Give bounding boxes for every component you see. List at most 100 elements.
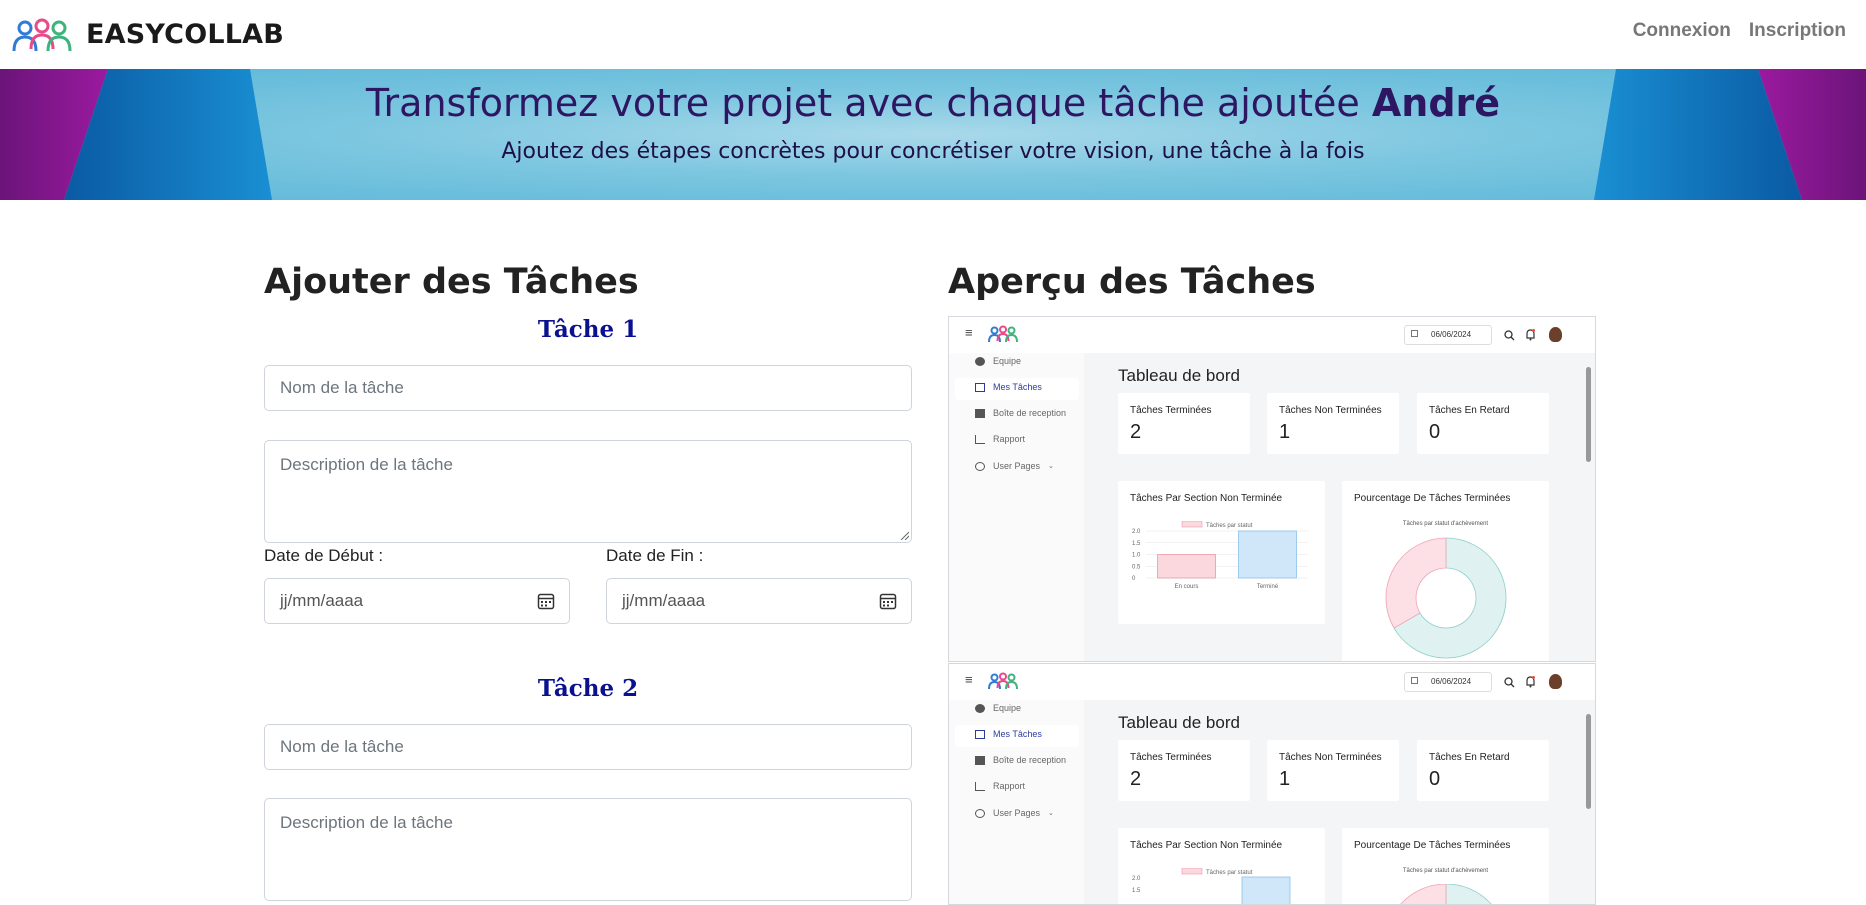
y-tick: 2.0 bbox=[1132, 529, 1141, 535]
task-1-description-input[interactable]: Description de la tâche bbox=[264, 440, 912, 543]
donut-chart bbox=[1385, 537, 1507, 659]
start-date-input[interactable]: jj/mm/aaaa bbox=[264, 578, 570, 624]
legend-label: Tâches par statut bbox=[1206, 870, 1253, 876]
calendar-icon[interactable] bbox=[537, 592, 555, 610]
add-tasks-heading: Ajouter des Tâches bbox=[264, 262, 639, 302]
stat-value: 2 bbox=[1130, 421, 1142, 443]
donut-chart-partial bbox=[1400, 884, 1492, 904]
chevron-down-icon: ⌄ bbox=[1048, 810, 1054, 817]
tasks-icon bbox=[975, 382, 985, 392]
chart-icon bbox=[975, 781, 985, 791]
task-1-title: Tâche 1 bbox=[537, 316, 639, 343]
sidebar-item-label: User Pages bbox=[993, 808, 1041, 818]
avatar bbox=[1549, 674, 1562, 689]
calendar-small-icon bbox=[1411, 330, 1418, 337]
user-circle-icon bbox=[975, 808, 985, 818]
banner-user-name: André bbox=[1371, 81, 1501, 125]
sidebar-item-label: Rapport bbox=[993, 781, 1026, 791]
end-date-label: Date de Fin : bbox=[606, 546, 704, 565]
stat-label: Tâches Terminées bbox=[1130, 752, 1212, 763]
task-2-title: Tâche 2 bbox=[537, 675, 639, 702]
y-tick: 1.5 bbox=[1132, 541, 1141, 547]
task-1-dates: Date de Début : jj/mm/aaaa Date de Fin :… bbox=[264, 546, 912, 624]
end-date-value: jj/mm/aaaa bbox=[622, 591, 706, 610]
task-1-description-placeholder: Description de la tâche bbox=[280, 455, 453, 474]
team-icon bbox=[975, 356, 985, 366]
team-logo-icon bbox=[988, 325, 1018, 343]
resize-handle-icon[interactable] bbox=[899, 530, 909, 540]
signup-link[interactable]: Inscription bbox=[1749, 20, 1846, 42]
stat-card-not-done: Tâches Non Terminées 1 bbox=[1267, 393, 1399, 454]
user-circle-icon bbox=[975, 461, 985, 471]
sidebar-item-rapport: Rapport bbox=[975, 434, 1025, 444]
stat-label: Tâches En Retard bbox=[1429, 405, 1510, 416]
preview-scrollbar bbox=[1586, 367, 1591, 462]
end-date-input[interactable]: jj/mm/aaaa bbox=[606, 578, 912, 624]
sidebar-item-mes-taches: Mes Tâches bbox=[975, 382, 1042, 392]
task-2-description-placeholder: Description de la tâche bbox=[280, 813, 453, 832]
y-tick: 0 bbox=[1132, 576, 1136, 582]
dashboard-preview-2: ≡ 06/06/2024 Equipe Mes Tâches Boîte de … bbox=[948, 663, 1596, 905]
pie-chart-card: Pourcentage De Tâches Terminées Tâches p… bbox=[1342, 481, 1549, 661]
bell-icon bbox=[1526, 676, 1535, 688]
sidebar-item-label: Rapport bbox=[993, 434, 1026, 444]
login-link[interactable]: Connexion bbox=[1633, 20, 1731, 42]
y-tick: 1.5 bbox=[1132, 888, 1141, 894]
start-date-label: Date de Début : bbox=[264, 546, 384, 565]
bar-chart: Tâches par statut 2.0 1.5 1.0 0.5 0 En cours Te… bbox=[1132, 521, 1308, 590]
navbar: EASYCOLLAB Connexion Inscription bbox=[0, 0, 1866, 69]
task-2-name-placeholder: Nom de la tâche bbox=[280, 737, 404, 756]
bar-en-cours bbox=[1157, 554, 1216, 579]
avatar bbox=[1549, 327, 1562, 342]
team-logo-icon bbox=[988, 672, 1018, 690]
pie-chart-title: Tâches par statut d'achèvement bbox=[1402, 521, 1489, 527]
sidebar-item-user-pages: User Pages ⌄ bbox=[975, 461, 1054, 471]
bell-icon bbox=[1526, 329, 1535, 341]
calendar-small-icon bbox=[1411, 677, 1418, 684]
task-2-description-input[interactable]: Description de la tâche bbox=[264, 798, 912, 901]
preview-sidebar: Equipe Mes Tâches Boîte de reception Rap… bbox=[949, 353, 1084, 661]
sidebar-item-label: User Pages bbox=[993, 461, 1041, 471]
chart-icon bbox=[975, 434, 985, 444]
search-icon bbox=[1504, 677, 1515, 688]
task-1-name-input[interactable]: Nom de la tâche bbox=[264, 365, 912, 411]
legend-swatch bbox=[1181, 521, 1203, 528]
mail-icon bbox=[975, 755, 985, 765]
bar-terminé bbox=[1238, 530, 1297, 579]
bar-chart-card: Tâches Par Section Non Terminée Tâches p… bbox=[1118, 481, 1325, 624]
sidebar-item-label: Equipe bbox=[993, 703, 1022, 713]
task-2-name-input[interactable]: Nom de la tâche bbox=[264, 724, 912, 770]
stat-card-late: Tâches En Retard 0 bbox=[1417, 393, 1549, 454]
sidebar-item-label: Mes Tâches bbox=[993, 729, 1042, 739]
stat-label: Tâches Non Terminées bbox=[1279, 405, 1382, 416]
brand[interactable]: EASYCOLLAB bbox=[11, 17, 284, 53]
calendar-icon[interactable] bbox=[879, 592, 897, 610]
dashboard-preview-1: ≡ 06/06/2024 Equipe Mes Tâches Boîte de … bbox=[948, 316, 1596, 662]
hero-banner: Transformez votre projet avec chaque tâc… bbox=[0, 69, 1866, 200]
pie-slice-en-cours bbox=[1385, 537, 1447, 629]
x-tick: En cours bbox=[1175, 584, 1199, 590]
x-tick: Terminé bbox=[1257, 584, 1279, 590]
stat-card-done: Tâches Terminées 2 bbox=[1118, 740, 1250, 801]
sidebar-item-label: Equipe bbox=[993, 356, 1022, 366]
team-logo-icon bbox=[12, 18, 72, 51]
preview-sidebar: Equipe Mes Tâches Boîte de reception Rap… bbox=[949, 700, 1084, 904]
pie-card-title: Pourcentage De Tâches Terminées bbox=[1354, 493, 1511, 504]
stat-value: 0 bbox=[1429, 768, 1441, 790]
stat-card-late: Tâches En Retard 0 bbox=[1417, 740, 1549, 801]
preview-topbar: ≡ 06/06/2024 bbox=[949, 317, 1595, 353]
nav-links: Connexion Inscription bbox=[1633, 20, 1846, 42]
preview-scrollbar bbox=[1586, 714, 1591, 809]
bar-chart-card: Tâches Par Section Non Terminée Tâches p… bbox=[1118, 828, 1325, 904]
y-tick: 2.0 bbox=[1132, 876, 1141, 882]
stat-label: Tâches Non Terminées bbox=[1279, 752, 1382, 763]
bar-terminé bbox=[1241, 876, 1291, 904]
dashboard-title: Tableau de bord bbox=[1118, 713, 1240, 732]
banner-title-text: Transformez votre projet avec chaque tâc… bbox=[365, 81, 1360, 125]
sidebar-item-boite: Boîte de reception bbox=[975, 408, 1066, 418]
stat-card-not-done: Tâches Non Terminées 1 bbox=[1267, 740, 1399, 801]
brand-name: EASYCOLLAB bbox=[86, 19, 285, 50]
end-date-group: Date de Fin : jj/mm/aaaa bbox=[606, 546, 912, 624]
chevron-down-icon: ⌄ bbox=[1048, 463, 1054, 470]
menu-icon: ≡ bbox=[965, 672, 973, 687]
